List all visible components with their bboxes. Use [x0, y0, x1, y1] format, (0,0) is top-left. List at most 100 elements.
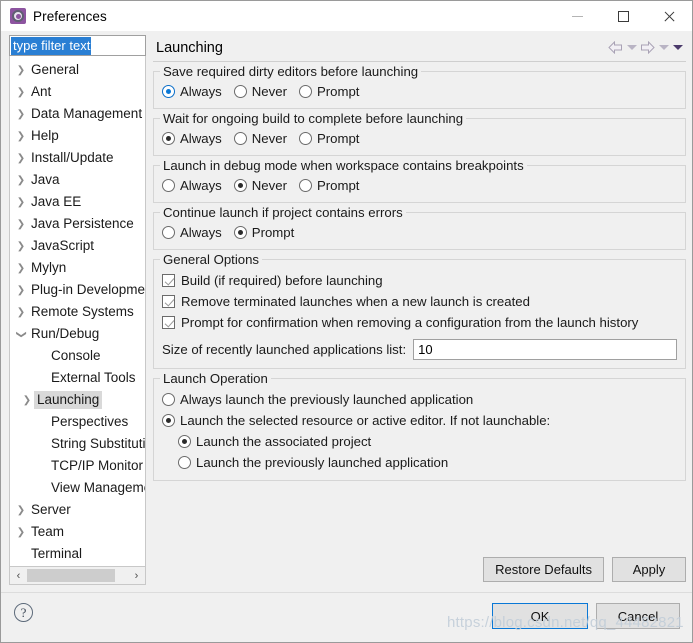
- maximize-button[interactable]: [600, 1, 646, 31]
- radio-group-2: Launch in debug mode when workspace cont…: [153, 158, 686, 203]
- group-title: Wait for ongoing build to complete befor…: [160, 111, 467, 126]
- sidebar-item-team[interactable]: ❯ Team: [10, 521, 145, 543]
- launch-operation-radio[interactable]: Launch the previously launched applicati…: [178, 452, 677, 473]
- cancel-button[interactable]: Cancel: [596, 603, 680, 629]
- sidebar-item-label: Java Persistence: [31, 216, 134, 231]
- sidebar-item-label: External Tools: [51, 370, 136, 385]
- chevron-right-icon[interactable]: ❯: [14, 241, 28, 252]
- forward-dropdown-icon[interactable]: [657, 39, 670, 56]
- sidebar-item-data-management[interactable]: ❯ Data Management: [10, 103, 145, 125]
- sidebar-item-perspectives[interactable]: Perspectives: [10, 411, 145, 433]
- chevron-right-icon[interactable]: ❯: [20, 395, 34, 406]
- scroll-right-icon[interactable]: ›: [128, 567, 145, 584]
- filter-input[interactable]: type filter text: [9, 35, 146, 56]
- chevron-right-icon[interactable]: ❯: [14, 153, 28, 164]
- recent-list-size-input[interactable]: [413, 338, 677, 360]
- scroll-left-icon[interactable]: ‹: [10, 567, 27, 584]
- sidebar-item-install-update[interactable]: ❯ Install/Update: [10, 147, 145, 169]
- sidebar-item-label: Data Management: [31, 106, 143, 121]
- radio-group-0: Save required dirty editors before launc…: [153, 64, 686, 109]
- window-controls: [554, 1, 692, 31]
- radio-never[interactable]: Never: [233, 178, 287, 193]
- sidebar-item-label: Team: [31, 524, 65, 539]
- apply-button[interactable]: Apply: [612, 557, 686, 582]
- sidebar-item-mylyn[interactable]: ❯ Mylyn: [10, 257, 145, 279]
- back-dropdown-icon[interactable]: [625, 39, 638, 56]
- radio-always[interactable]: Always: [162, 131, 222, 146]
- chevron-right-icon[interactable]: ❯: [14, 197, 28, 208]
- checkbox-option[interactable]: Prompt for confirmation when removing a …: [162, 312, 677, 333]
- launch-operation-radio[interactable]: Launch the associated project: [178, 431, 677, 452]
- chevron-right-icon[interactable]: ❯: [14, 527, 28, 538]
- sidebar-item-ant[interactable]: ❯ Ant: [10, 81, 145, 103]
- preferences-tree[interactable]: ❯ General ❯ Ant ❯ Data Management ❯ Help ❯ Instal…: [9, 56, 146, 566]
- radio-prompt[interactable]: Prompt: [298, 131, 359, 146]
- scrollbar-thumb[interactable]: [27, 569, 115, 582]
- sidebar-item-java-persistence[interactable]: ❯ Java Persistence: [10, 213, 145, 235]
- sidebar-item-external-tools[interactable]: External Tools: [10, 367, 145, 389]
- close-button[interactable]: [646, 1, 692, 31]
- sidebar-item-string-substitution[interactable]: String Substitution: [10, 433, 145, 455]
- radio-always[interactable]: Always: [162, 178, 222, 193]
- radio-label: Launch the previously launched applicati…: [196, 455, 449, 470]
- help-icon[interactable]: ?: [14, 603, 33, 622]
- checkbox-option[interactable]: Build (if required) before launching: [162, 270, 677, 291]
- chevron-right-icon[interactable]: ❯: [14, 175, 28, 186]
- launch-operation-radio[interactable]: Always launch the previously launched ap…: [162, 389, 677, 410]
- chevron-right-icon[interactable]: ❯: [14, 65, 28, 76]
- sidebar-item-help[interactable]: ❯ Help: [10, 125, 145, 147]
- sidebar-item-server[interactable]: ❯ Server: [10, 499, 145, 521]
- group-title: Continue launch if project contains erro…: [160, 205, 406, 220]
- radio-prompt[interactable]: Prompt: [298, 178, 359, 193]
- radio-mark: [162, 179, 175, 192]
- checkbox-label: Remove terminated launches when a new la…: [181, 294, 530, 309]
- sidebar-item-remote-systems[interactable]: ❯ Remote Systems: [10, 301, 145, 323]
- chevron-right-icon[interactable]: ❯: [14, 87, 28, 98]
- preferences-sidebar: type filter text ❯ General ❯ Ant ❯ Data Manag…: [9, 35, 146, 587]
- radio-row: Always Prompt: [162, 223, 677, 242]
- general-options-title: General Options: [160, 252, 263, 267]
- sidebar-item-java-ee[interactable]: ❯ Java EE: [10, 191, 145, 213]
- back-arrow-icon[interactable]: [607, 39, 624, 56]
- minimize-icon: [571, 15, 583, 17]
- filter-input-value: type filter text: [11, 36, 92, 55]
- maximize-icon: [617, 10, 629, 22]
- chevron-right-icon[interactable]: ❯: [14, 505, 28, 516]
- sidebar-item-run-debug[interactable]: ❯ Run/Debug: [10, 323, 145, 345]
- chevron-right-icon[interactable]: ❯: [14, 219, 28, 230]
- radio-always[interactable]: Always: [162, 225, 222, 240]
- radio-always[interactable]: Always: [162, 84, 222, 99]
- radio-prompt[interactable]: Prompt: [298, 84, 359, 99]
- preferences-page: Launching Save required dirty editors be…: [153, 35, 686, 553]
- minimize-button[interactable]: [554, 1, 600, 31]
- sidebar-item-terminal[interactable]: Terminal: [10, 543, 145, 565]
- launch-operation-radio[interactable]: Launch the selected resource or active e…: [162, 410, 677, 431]
- chevron-down-icon[interactable]: ❯: [16, 327, 27, 341]
- chevron-right-icon[interactable]: ❯: [14, 285, 28, 296]
- chevron-right-icon[interactable]: ❯: [14, 263, 28, 274]
- sidebar-item-java[interactable]: ❯ Java: [10, 169, 145, 191]
- sidebar-item-plug-in-development[interactable]: ❯ Plug-in Development: [10, 279, 145, 301]
- chevron-right-icon[interactable]: ❯: [14, 131, 28, 142]
- view-menu-icon[interactable]: [671, 39, 684, 56]
- restore-defaults-button[interactable]: Restore Defaults: [483, 557, 604, 582]
- sidebar-item-general[interactable]: ❯ General: [10, 59, 145, 81]
- sidebar-item-console[interactable]: Console: [10, 345, 145, 367]
- chevron-right-icon[interactable]: ❯: [14, 307, 28, 318]
- sidebar-item-label: Plug-in Development: [31, 282, 146, 297]
- tree-horizontal-scrollbar[interactable]: ‹ ›: [9, 566, 146, 585]
- radio-never[interactable]: Never: [233, 131, 287, 146]
- radio-label: Always: [180, 225, 222, 240]
- radio-never[interactable]: Never: [233, 84, 287, 99]
- sidebar-item-view-management[interactable]: View Management: [10, 477, 145, 499]
- ok-button[interactable]: OK: [492, 603, 588, 629]
- forward-arrow-icon[interactable]: [639, 39, 656, 56]
- recent-list-size-row: Size of recently launched applications l…: [162, 337, 677, 361]
- checkbox-option[interactable]: Remove terminated launches when a new la…: [162, 291, 677, 312]
- sidebar-item-launching[interactable]: ❯ Launching: [10, 389, 145, 411]
- checkbox-mark: [162, 295, 175, 308]
- radio-prompt[interactable]: Prompt: [233, 225, 294, 240]
- sidebar-item-javascript[interactable]: ❯ JavaScript: [10, 235, 145, 257]
- sidebar-item-tcp-ip-monitor[interactable]: TCP/IP Monitor: [10, 455, 145, 477]
- chevron-right-icon[interactable]: ❯: [14, 109, 28, 120]
